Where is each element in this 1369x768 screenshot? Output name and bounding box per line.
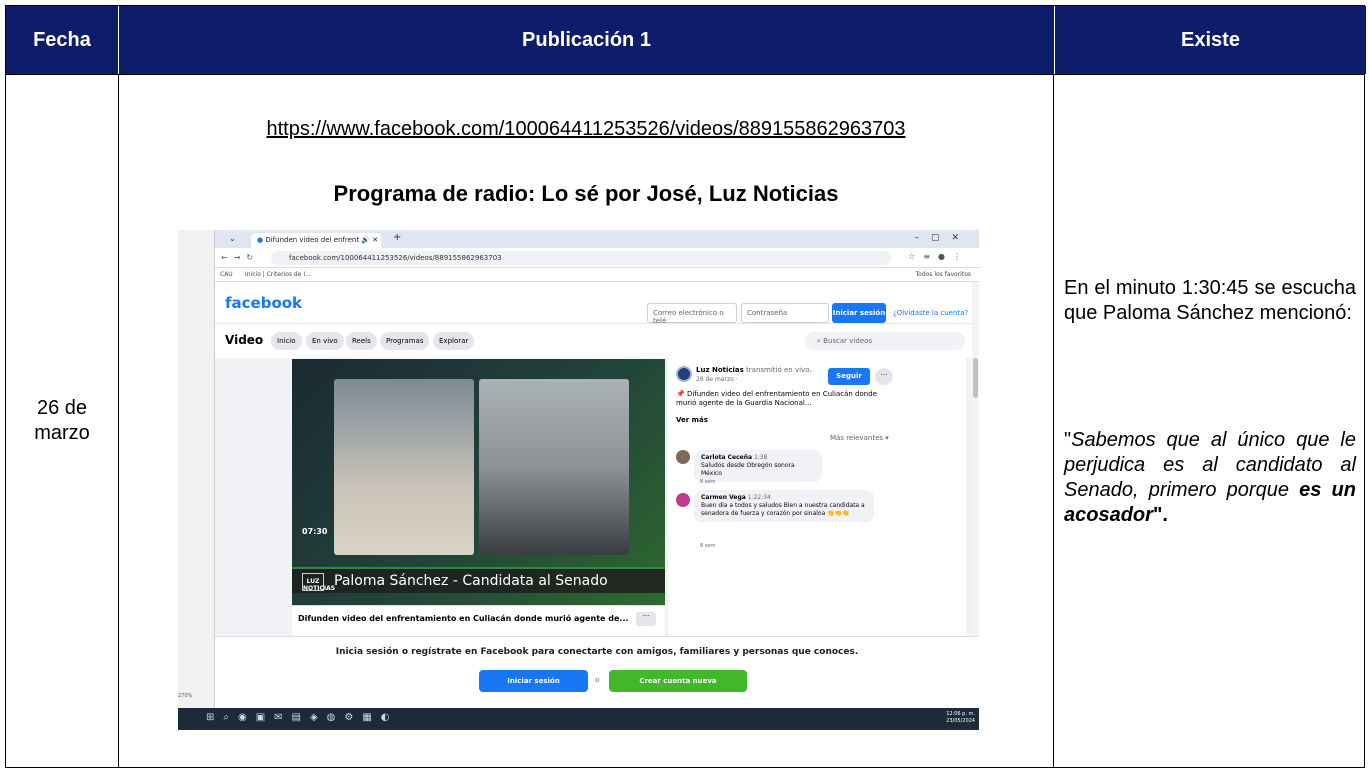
bookmark-item[interactable]: CAU (220, 271, 233, 278)
date-text: 26 de marzo (34, 396, 90, 444)
bookmark-item[interactable]: Inicio | Criterios de I... (245, 271, 311, 278)
comment-text: Saludos desde Obregón sonora México (701, 462, 795, 477)
quote-close: ". (1152, 504, 1168, 526)
comment-author[interactable]: Carmen Vega (701, 494, 746, 501)
tab-title: Difunden video del enfrent (265, 236, 360, 244)
channel-action: transmitió en vivo. (746, 366, 812, 374)
video-nav: Video Inicio En vivo Reels Programas Exp… (215, 324, 979, 358)
taskbar-clock[interactable]: 12:06 p. m. 23/05/2024 (946, 711, 975, 725)
browser-tabbar: ⌄ ● Difunden video del enfrent 🔊 ✕ + –▢✕ (215, 230, 979, 248)
header-publicacion: Publicación 1 (118, 6, 1054, 74)
video-player[interactable]: 07:30 LUZ NOTICIAS Paloma Sánchez - Cand… (292, 359, 665, 605)
follow-button[interactable]: Seguir (828, 368, 870, 385)
forgot-account-link[interactable]: ¿Olvidaste la cuenta? (893, 309, 968, 317)
nav-arrows-icon[interactable]: ←→↻ (221, 253, 259, 262)
new-tab-icon[interactable]: + (393, 232, 401, 243)
more-options-icon[interactable]: ··· (636, 612, 656, 626)
video-guest-left (334, 379, 474, 555)
row-divider (6, 74, 1364, 75)
channel-avatar[interactable] (676, 366, 692, 382)
existe-quote: "Sabemos que al único que le perjudica e… (1064, 428, 1356, 528)
browser-actions-icon[interactable]: ☆≡●⋮ (908, 252, 969, 261)
facebook-header: facebook Correo electrónico o telé Contr… (215, 282, 979, 325)
existe-intro: En el minuto 1:30:45 se escucha que Palo… (1064, 277, 1356, 324)
publication-title: Programa de radio: Lo sé por José, Luz N… (333, 181, 839, 206)
follow-label: Seguir (836, 372, 862, 380)
login-prompt: Inicia sesión o regístrate en Facebook p… (215, 636, 979, 708)
video-title: Difunden video del enfrentamiento en Cul… (298, 614, 629, 623)
video-guest-right (479, 379, 629, 555)
header-fecha: Fecha (6, 6, 118, 74)
comment-time: 1:38 (753, 454, 768, 461)
email-field[interactable]: Correo electrónico o telé (647, 303, 737, 325)
nav-pill-explorar[interactable]: Explorar (433, 332, 475, 350)
window-controls-icon[interactable]: –▢✕ (914, 233, 971, 243)
left-strip (178, 230, 215, 708)
header-existe: Existe (1054, 6, 1366, 74)
comment-bubble: Carmen Vega 1:22:34 Buen día a todos y sa… (694, 490, 874, 522)
nav-pill-programas[interactable]: Programas (380, 332, 430, 350)
nav-pill-en-vivo[interactable]: En vivo (306, 332, 344, 350)
password-field[interactable]: Contraseña (741, 303, 829, 323)
post-text: 📌 Difunden video del enfrentamiento en C… (676, 390, 877, 407)
browser-tab[interactable]: ● Difunden video del enfrent 🔊 ✕ (251, 233, 381, 248)
video-section-title: Video (225, 333, 264, 347)
column-divider (1053, 74, 1054, 767)
more-options-icon[interactable]: ··· (875, 368, 893, 385)
comment-bubble: Carlota Ceceña 1:38 Saludos desde Obregón… (694, 450, 822, 482)
comment-time: 1:22:34 (747, 494, 771, 501)
windows-taskbar: ⊞⌕◉▣✉▤◈◍⚙▦◐ 12:06 p. m. 23/05/2024 (178, 708, 979, 730)
create-account-button[interactable]: Crear cuenta nueva (609, 670, 747, 692)
video-lower-third: LUZ NOTICIAS Paloma Sánchez - Candidata … (292, 567, 665, 593)
video-search-input[interactable]: ⌕ Buscar videos (805, 332, 965, 350)
bookmarks-bar: CAU Inicio | Criterios de I... Todos los… (215, 268, 979, 282)
clock-date: 23/05/2024 (946, 718, 975, 724)
zoom-level: 270% (178, 693, 193, 699)
address-bar: ←→↻ facebook.com/100064411253526/videos/… (215, 248, 979, 268)
comment-age: 8 sem (700, 543, 716, 549)
evidence-screenshot: ⌄ ● Difunden video del enfrent 🔊 ✕ + –▢✕… (178, 230, 979, 730)
channel-line: Luz Noticias transmitió en vivo. (696, 366, 812, 374)
facebook-logo[interactable]: facebook (225, 294, 302, 312)
video-timestamp: 07:30 (302, 527, 328, 536)
video-sidebar: Luz Noticias transmitió en vivo. 26 de m… (668, 358, 966, 636)
date-cell: 26 de marzo (6, 74, 118, 767)
nav-pill-reels[interactable]: Reels (346, 332, 377, 350)
comment-author[interactable]: Carlota Ceceña (701, 454, 752, 461)
clock-time: 12:06 p. m. (946, 711, 975, 717)
column-divider (118, 74, 119, 767)
bottom-login-button[interactable]: Iniciar sesión (479, 670, 588, 692)
facebook-favicon-icon: ● (257, 236, 264, 244)
nav-pill-inicio[interactable]: Inicio (271, 332, 302, 350)
comment-avatar[interactable] (676, 493, 690, 507)
all-bookmarks[interactable]: Todos los favoritos (916, 271, 972, 278)
publication-url[interactable]: https://www.facebook.com/100064411253526… (118, 118, 1054, 141)
url-input[interactable]: facebook.com/100064411253526/videos/8891… (271, 251, 891, 265)
login-button[interactable]: Iniciar sesión (832, 303, 886, 323)
scrollbar-thumb[interactable] (973, 358, 978, 398)
comment-text: Buen día a todos y saludos Bien a nuestr… (701, 502, 865, 517)
video-caption: Paloma Sánchez - Candidata al Senado (334, 573, 608, 589)
comment-avatar[interactable] (676, 450, 690, 464)
comment-age: 8 sem (700, 479, 716, 485)
channel-name[interactable]: Luz Noticias (696, 366, 744, 374)
login-prompt-text: Inicia sesión o regístrate en Facebook p… (335, 647, 859, 657)
taskbar-app-icons[interactable]: ⊞⌕◉▣✉▤◈◍⚙▦◐ (206, 712, 399, 723)
luz-noticias-logo: LUZ NOTICIAS (302, 573, 335, 592)
tab-list-icon[interactable]: ⌄ (229, 234, 236, 243)
search-icon: ⌕ (817, 337, 821, 345)
or-text: o (595, 676, 600, 684)
search-placeholder: Buscar videos (823, 337, 873, 345)
channel-date: 26 de marzo · (696, 376, 738, 383)
see-more-link[interactable]: Ver más (676, 416, 708, 424)
video-title-bar: Difunden video del enfrentamiento en Cul… (292, 605, 665, 636)
relevance-dropdown[interactable]: Más relevantes ▾ (830, 434, 889, 442)
